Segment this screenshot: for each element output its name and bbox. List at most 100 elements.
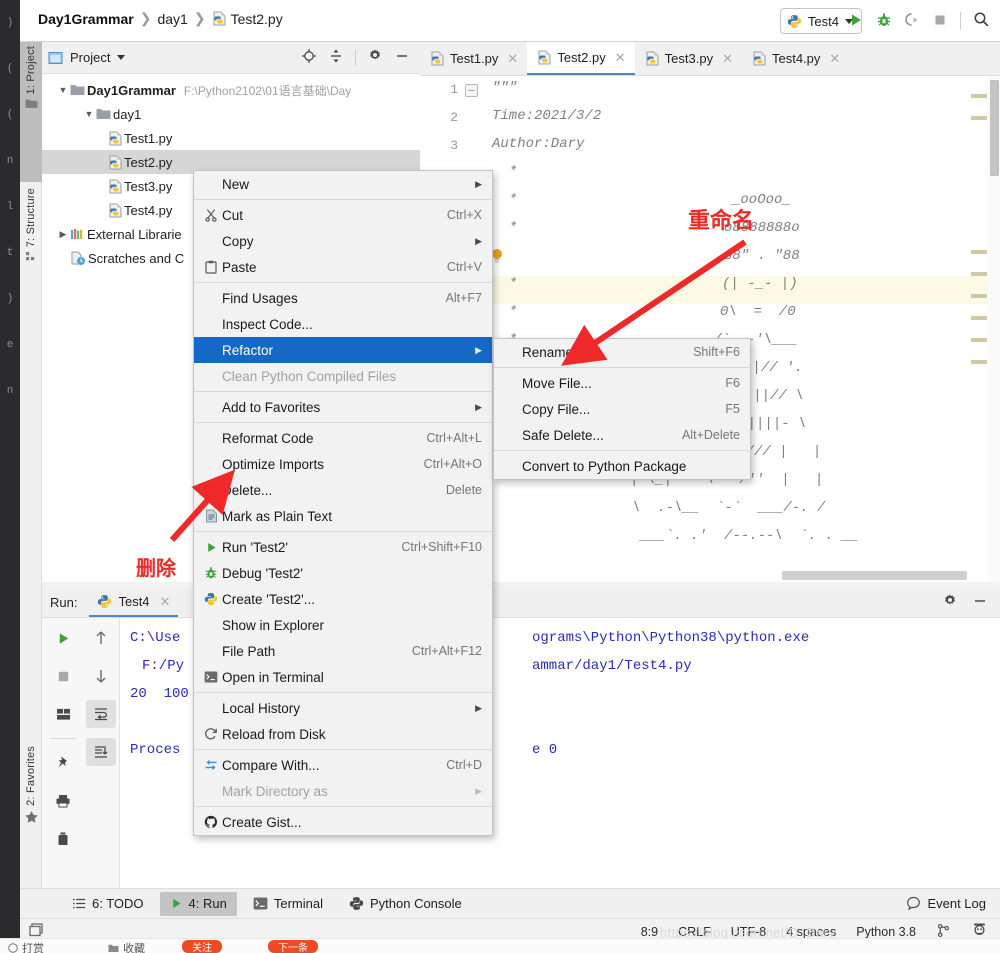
menu-item-optimize-imports-shortcut: Ctrl+Alt+O [423,457,482,471]
menu-item-file-path[interactable]: File Path Ctrl+Alt+F12 [194,638,492,664]
menu-item-copy[interactable]: Copy ▶ [194,228,492,254]
sidebar-item-project[interactable]: 1: Project [20,42,42,182]
tab-python-console[interactable]: Python Console [339,892,472,916]
menu-item-mark-as-plain-text[interactable]: Mark as Plain Text [194,503,492,529]
menu-item-find-usages[interactable]: Find Usages Alt+F7 [194,285,492,311]
menu-item-delete[interactable]: Delete... Delete [194,477,492,503]
menu-item-paste[interactable]: Paste Ctrl+V [194,254,492,280]
run-tab-label: Test4 [118,594,150,609]
sidebar-item-structure[interactable]: 7: Structure [20,184,42,334]
tree-row-test1[interactable]: Test1.py [42,126,420,150]
close-icon[interactable]: ✕ [507,51,518,67]
submenu-item-copy-file[interactable]: Copy File... F5 [494,396,750,422]
tree-row-day1[interactable]: ▼ day1 [42,102,420,126]
menu-item-show-in-explorer[interactable]: Show in Explorer [194,612,492,638]
sidebar-item-favorites[interactable]: 2: Favorites [20,742,42,872]
menu-item-open-in-terminal[interactable]: Open in Terminal [194,664,492,690]
run-icon[interactable] [848,12,864,31]
menu-item-optimize-imports[interactable]: Optimize Imports Ctrl+Alt+O [194,451,492,477]
gear-icon[interactable] [942,593,958,612]
menu-item-run-test2[interactable]: Run 'Test2' Ctrl+Shift+F10 [194,534,492,560]
caret-position[interactable]: 8:9 [641,925,658,939]
menu-item-find-usages-shortcut: Alt+F7 [445,291,482,305]
editor-code-content[interactable]: """ Time:2021/3/2 Author:Dary * * * * * … [482,76,990,582]
run-with-coverage-icon[interactable] [904,12,920,31]
close-icon[interactable]: ✕ [615,50,626,66]
collapse-all-icon[interactable] [328,48,344,67]
tree-row-day1grammar[interactable]: ▼ Day1Grammar F:\Python2102\01语言基础\Day [42,78,420,102]
submenu-item-move-file[interactable]: Move File... F6 [494,370,750,396]
soft-wrap-icon[interactable] [86,700,116,728]
taskbar-pill-1[interactable]: 下一条 [268,940,318,953]
close-icon[interactable]: ✕ [722,51,733,67]
scrollbar-thumb[interactable] [990,80,999,176]
menu-item-reformat-code[interactable]: Reformat Code Ctrl+Alt+L [194,425,492,451]
tab-run[interactable]: 4: Run [159,891,237,916]
editor-tab-test4[interactable]: Test4.py ✕ [742,42,849,75]
editor-tab-test3[interactable]: Test3.py ✕ [635,42,742,75]
project-panel-title[interactable]: Project [48,50,126,65]
breadcrumb-file[interactable]: Test2.py [212,11,283,27]
trash-icon[interactable] [48,825,78,853]
menu-separator [194,282,492,283]
submenu-item-rename[interactable]: Rename... Shift+F6 [494,339,750,365]
menu-item-run-test2-shortcut: Ctrl+Shift+F10 [401,540,482,554]
editor-tab-test1[interactable]: Test1.py ✕ [420,42,527,75]
menu-item-reload-from-disk[interactable]: Reload from Disk [194,721,492,747]
taskbar-item-0[interactable]: 打赏 [8,940,44,953]
down-arrow-icon[interactable] [86,662,116,690]
twisty-icon[interactable]: ▼ [56,85,70,95]
editor-marker [971,94,987,98]
python-interpreter[interactable]: Python 3.8 [856,925,916,939]
menu-item-refactor[interactable]: Refactor ▶ [194,337,492,363]
up-arrow-icon[interactable] [86,624,116,652]
menu-item-new[interactable]: New ▶ [194,171,492,197]
editor-horizontal-scrollbar[interactable] [782,571,967,580]
print-icon[interactable] [48,787,78,815]
twisty-icon[interactable]: ▶ [56,229,70,240]
breadcrumb-project[interactable]: Day1Grammar [38,11,134,27]
submenu-item-safe-delete[interactable]: Safe Delete... Alt+Delete [494,422,750,448]
run-console-toolbar [42,618,120,888]
hide-icon[interactable] [972,593,988,612]
hide-icon[interactable] [394,48,410,67]
menu-item-debug-test2[interactable]: Debug 'Test2' [194,560,492,586]
tab-todo[interactable]: 6: TODO [62,892,154,916]
menu-item-delete-shortcut: Delete [445,483,482,497]
menu-item-add-to-favorites[interactable]: Add to Favorites ▶ [194,394,492,420]
rerun-icon[interactable] [48,624,78,652]
taskbar-pill-0[interactable]: 关注 [182,940,222,953]
search-icon[interactable] [973,11,990,31]
menu-item-create-gist[interactable]: Create Gist... [194,809,492,835]
editor-tab-test2[interactable]: Test2.py ✕ [527,42,635,75]
menu-item-local-history[interactable]: Local History ▶ [194,695,492,721]
twisty-icon[interactable]: ▼ [82,109,96,119]
menu-item-compare-with[interactable]: Compare With... Ctrl+D [194,752,492,778]
breadcrumb-folder[interactable]: day1 [157,11,187,27]
run-tab-test4[interactable]: Test4 ✕ [89,588,179,617]
locate-icon[interactable] [301,48,317,67]
close-icon[interactable]: ✕ [160,594,171,610]
menu-item-create-test2[interactable]: Create 'Test2'... [194,586,492,612]
layout-icon[interactable] [48,700,78,728]
gear-icon[interactable] [367,48,383,67]
stop-icon[interactable] [48,662,78,690]
submenu-item-convert-to-package[interactable]: Convert to Python Package [494,453,750,479]
tab-terminal[interactable]: Terminal [243,892,333,916]
tree-label: Day1Grammar [87,82,176,98]
taskbar-item-1[interactable]: 收藏 [108,940,145,953]
code-line: Time:2021/3/2 [492,108,602,124]
scroll-to-end-icon[interactable] [86,738,116,766]
pin-icon[interactable] [48,749,78,777]
bottom-tool-tab-strip: 6: TODO 4: Run Terminal Python Console E… [20,888,1000,918]
editor-scrollbar[interactable] [988,76,1000,582]
menu-item-cut[interactable]: Cut Ctrl+X [194,202,492,228]
event-log-button[interactable]: Event Log [906,896,1000,911]
close-icon[interactable]: ✕ [829,51,840,67]
line-number: 1 [450,82,458,97]
menu-item-inspect-code[interactable]: Inspect Code... [194,311,492,337]
fold-collapse-icon[interactable]: ─ [465,84,478,97]
stop-icon[interactable] [932,12,948,31]
chevron-down-icon[interactable] [117,55,126,60]
debug-icon[interactable] [876,12,892,31]
